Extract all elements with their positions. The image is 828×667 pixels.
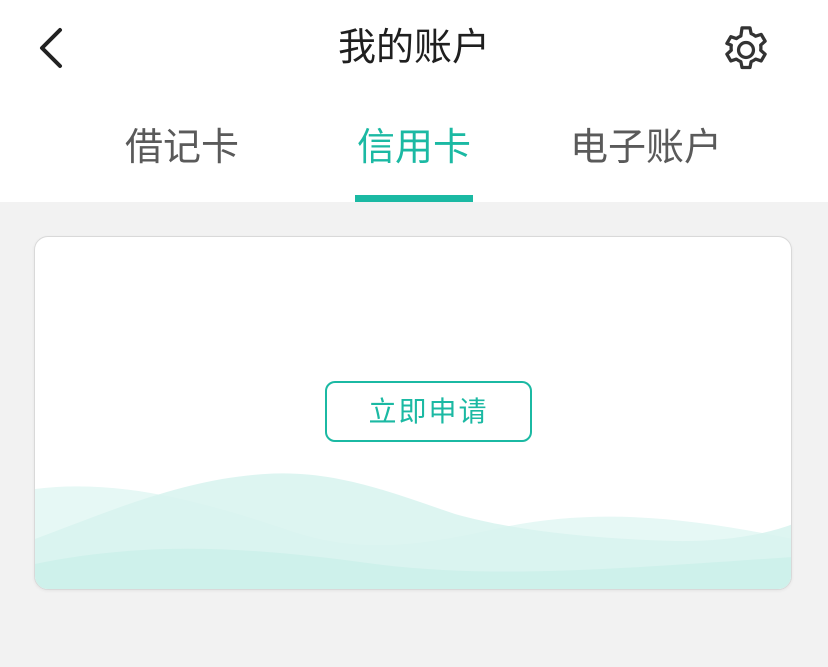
tab-debit-card[interactable]: 借记卡 xyxy=(82,122,282,202)
wave-decoration xyxy=(35,473,791,589)
top-bar: 我的账户 借记卡 信用卡 电子账户 xyxy=(0,0,828,202)
gear-icon xyxy=(725,26,767,70)
credit-card-panel: 立即申请 xyxy=(34,236,792,590)
settings-button[interactable] xyxy=(714,20,778,80)
back-button[interactable] xyxy=(22,20,78,76)
chevron-left-icon xyxy=(40,28,62,68)
page-title: 我的账户 xyxy=(337,25,490,69)
tab-credit-card[interactable]: 信用卡 xyxy=(314,122,514,202)
active-tab-indicator xyxy=(355,195,473,202)
apply-now-button[interactable]: 立即申请 xyxy=(325,381,532,442)
tab-e-account[interactable]: 电子账户 xyxy=(546,122,746,202)
